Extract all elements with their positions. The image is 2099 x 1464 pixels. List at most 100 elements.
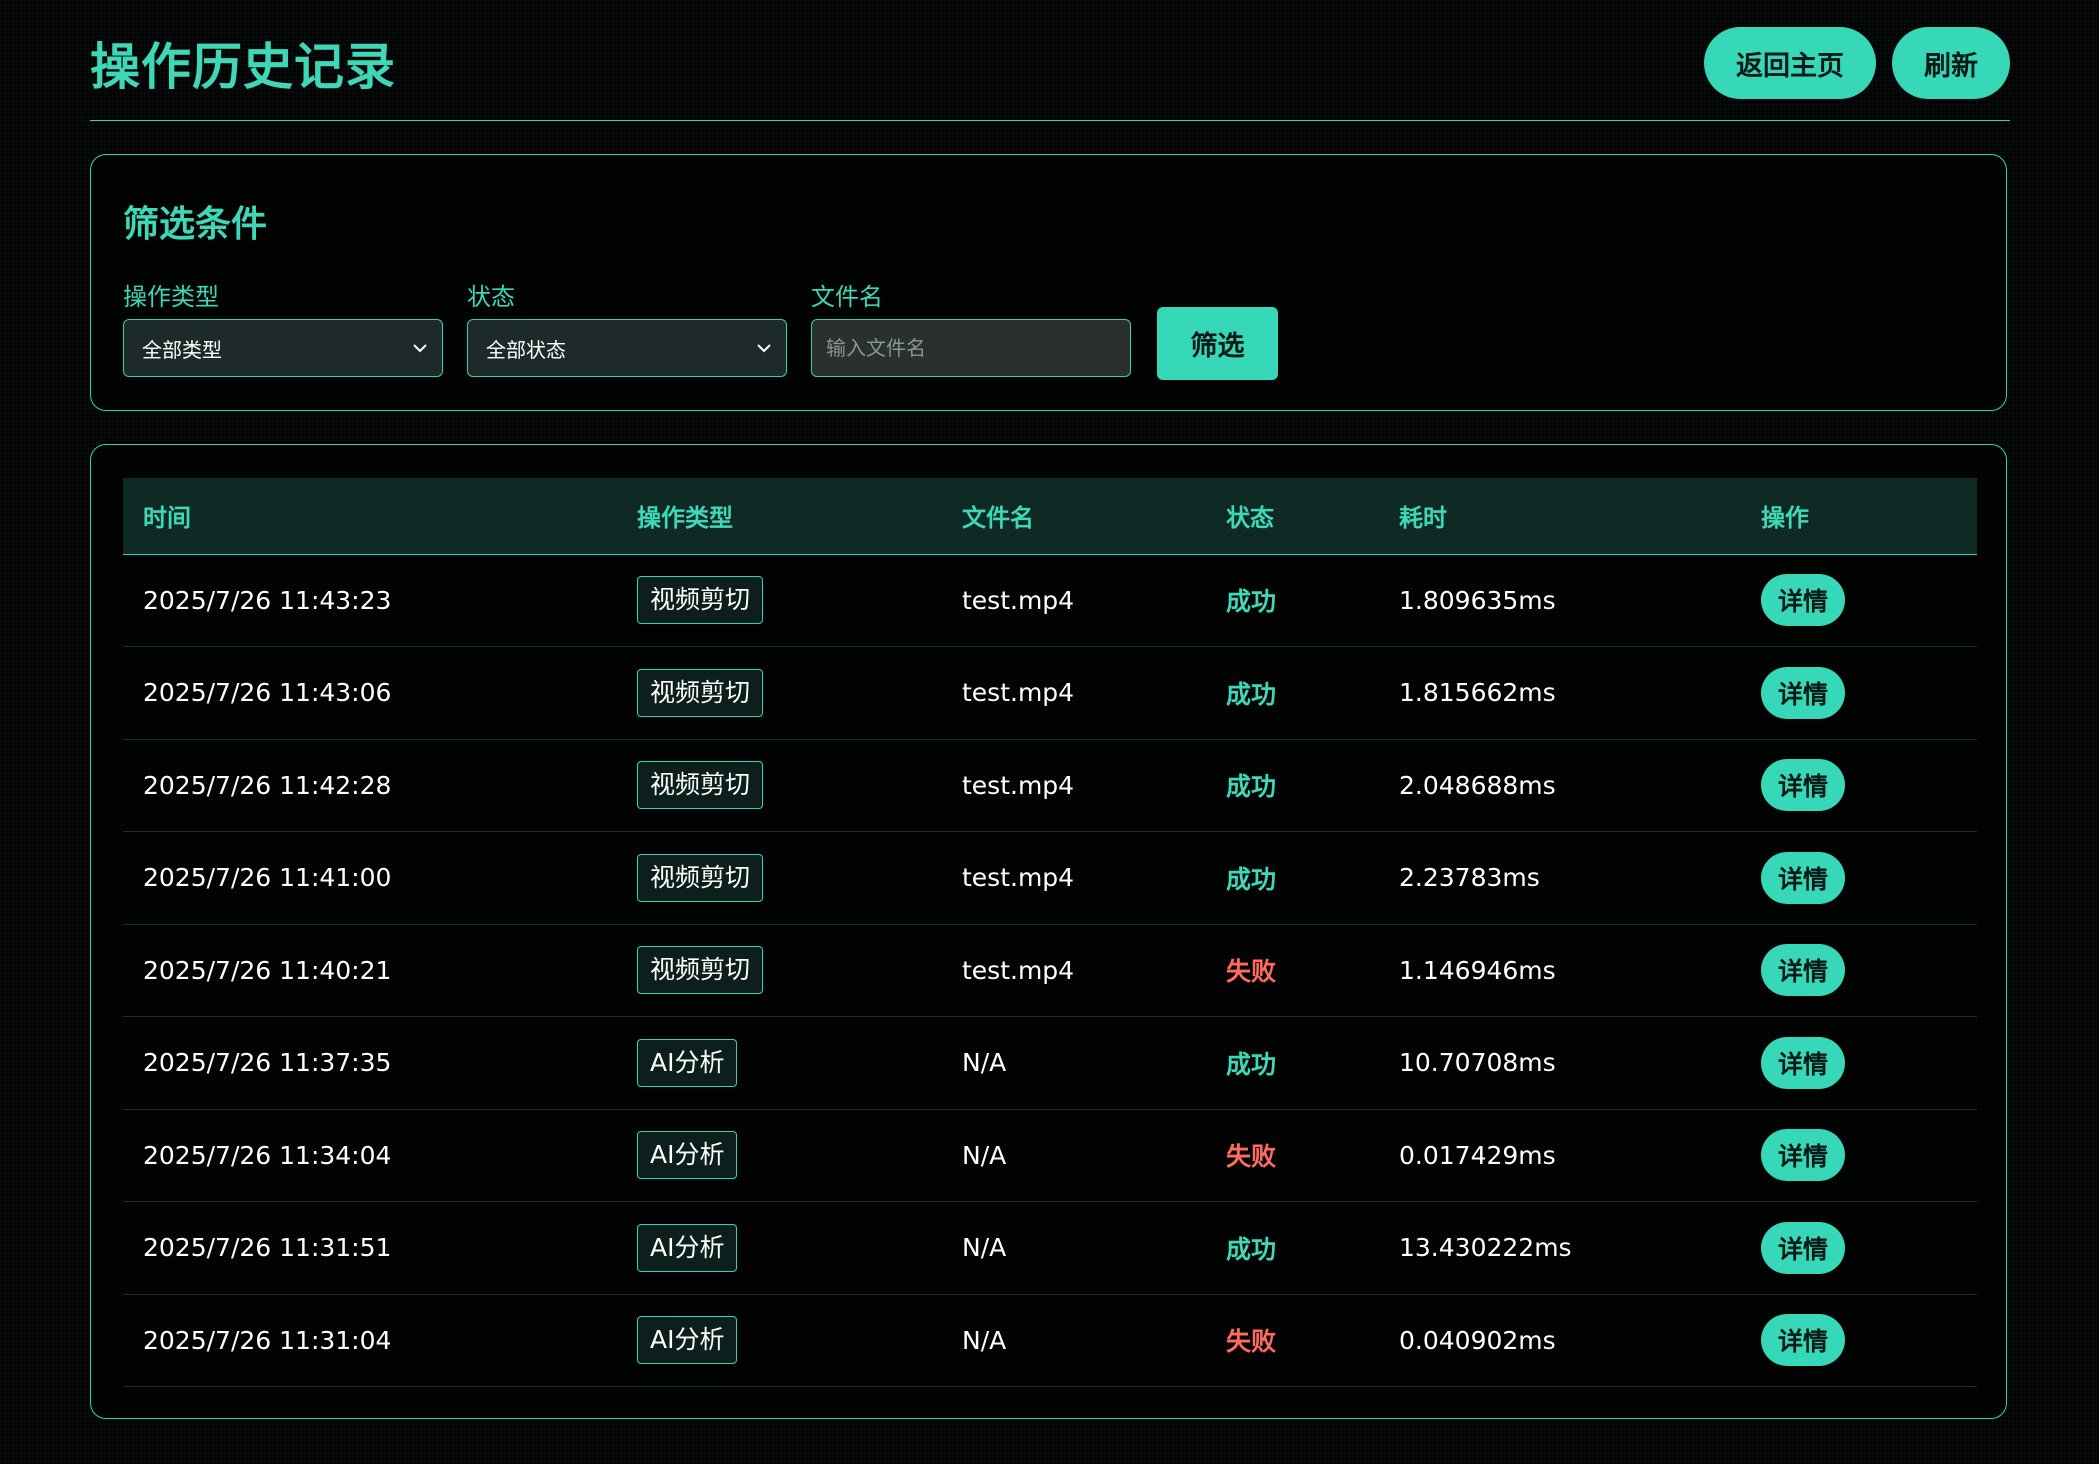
table-row: 2025/7/26 11:34:04 AI分析 N/A 失败 0.017429ms 详情 — [123, 1109, 1977, 1202]
cell-time: 2025/7/26 11:37:35 — [143, 1048, 392, 1078]
table-row: 2025/7/26 11:42:28 视频剪切 test.mp4 成功 2.048688… — [123, 739, 1977, 832]
cell-file: N/A — [962, 1140, 1007, 1170]
details-button[interactable]: 详情 — [1761, 1221, 1845, 1274]
column-header-status: 状态 — [1226, 504, 1274, 533]
cell-type: AI分析 — [617, 1294, 942, 1387]
cell-file: N/A — [962, 1233, 1007, 1263]
cell-type: 视频剪切 — [617, 739, 942, 832]
status-text: 成功 — [1226, 864, 1277, 894]
operation-type-tag: AI分析 — [637, 1223, 738, 1272]
cell-file: N/A — [962, 1325, 1007, 1355]
operation-type-tag: 视频剪切 — [637, 853, 764, 902]
page-container: 操作历史记录 返回主页 刷新 筛选条件 操作类型 全部类型 状态 全部状态 文件… — [90, 0, 2010, 1419]
cell-status: 成功 — [1206, 739, 1379, 832]
chevron-down-icon — [757, 344, 771, 353]
op-type-select[interactable]: 全部类型 — [123, 319, 443, 377]
details-button[interactable]: 详情 — [1761, 1036, 1845, 1089]
column-header-time: 时间 — [143, 504, 191, 533]
op-type-field: 操作类型 全部类型 — [123, 277, 443, 377]
status-text: 成功 — [1226, 587, 1277, 617]
details-button[interactable]: 详情 — [1761, 944, 1845, 997]
operation-type-tag: AI分析 — [637, 1038, 738, 1087]
cell-action: 详情 — [1741, 1202, 1977, 1295]
operation-type-tag: 视频剪切 — [637, 946, 764, 995]
table-row: 2025/7/26 11:31:51 AI分析 N/A 成功 13.430222ms 详情 — [123, 1202, 1977, 1295]
operation-type-tag: 视频剪切 — [637, 761, 764, 810]
cell-type: AI分析 — [617, 1109, 942, 1202]
cell-status: 失败 — [1206, 924, 1379, 1017]
operation-type-tag: AI分析 — [637, 1316, 738, 1365]
page-header: 操作历史记录 返回主页 刷新 — [90, 0, 2010, 121]
cell-duration: 1.809635ms — [1399, 585, 1556, 615]
cell-type: 视频剪切 — [617, 554, 942, 647]
cell-time: 2025/7/26 11:40:21 — [143, 955, 392, 985]
cell-action: 详情 — [1741, 832, 1977, 925]
history-table: 时间 操作类型 文件名 状态 耗时 操作 2025/7/26 11:43:23 视… — [123, 478, 1977, 1387]
cell-duration: 10.70708ms — [1399, 1048, 1556, 1078]
cell-type: 视频剪切 — [617, 924, 942, 1017]
cell-action: 详情 — [1741, 554, 1977, 647]
cell-action: 详情 — [1741, 924, 1977, 1017]
details-button[interactable]: 详情 — [1761, 851, 1845, 904]
cell-status: 失败 — [1206, 1294, 1379, 1387]
table-row: 2025/7/26 11:43:06 视频剪切 test.mp4 成功 1.815662… — [123, 647, 1977, 740]
cell-action: 详情 — [1741, 1294, 1977, 1387]
column-header-action: 操作 — [1761, 504, 1809, 533]
cell-type: 视频剪切 — [617, 647, 942, 740]
table-header-row: 时间 操作类型 文件名 状态 耗时 操作 — [123, 478, 1977, 554]
refresh-button[interactable]: 刷新 — [1892, 27, 2010, 99]
table-row: 2025/7/26 11:43:23 视频剪切 test.mp4 成功 1.809635… — [123, 554, 1977, 647]
column-header-file: 文件名 — [962, 504, 1034, 533]
cell-file: test.mp4 — [962, 585, 1075, 615]
cell-status: 失败 — [1206, 1109, 1379, 1202]
status-text: 失败 — [1226, 1327, 1277, 1357]
cell-file: test.mp4 — [962, 770, 1075, 800]
details-button[interactable]: 详情 — [1761, 1314, 1845, 1367]
chevron-down-icon — [413, 344, 427, 353]
cell-time: 2025/7/26 11:43:06 — [143, 678, 392, 708]
details-button[interactable]: 详情 — [1761, 759, 1845, 812]
status-select-value: 全部状态 — [486, 337, 566, 362]
status-label: 状态 — [467, 283, 515, 311]
cell-time: 2025/7/26 11:31:04 — [143, 1325, 392, 1355]
cell-action: 详情 — [1741, 1109, 1977, 1202]
cell-time: 2025/7/26 11:43:23 — [143, 585, 392, 615]
page-title: 操作历史记录 — [90, 38, 396, 96]
op-type-select-value: 全部类型 — [142, 337, 222, 362]
cell-file: N/A — [962, 1048, 1007, 1078]
details-button[interactable]: 详情 — [1761, 666, 1845, 719]
status-select[interactable]: 全部状态 — [467, 319, 787, 377]
cell-time: 2025/7/26 11:31:51 — [143, 1233, 392, 1263]
status-text: 失败 — [1226, 957, 1277, 987]
filename-input[interactable] — [811, 319, 1131, 377]
cell-status: 成功 — [1206, 647, 1379, 740]
status-field: 状态 全部状态 — [467, 277, 787, 377]
table-body: 2025/7/26 11:43:23 视频剪切 test.mp4 成功 1.809635… — [123, 554, 1977, 1387]
cell-action: 详情 — [1741, 647, 1977, 740]
filename-field: 文件名 — [811, 277, 1131, 377]
status-text: 失败 — [1226, 1142, 1277, 1172]
details-button[interactable]: 详情 — [1761, 574, 1845, 627]
cell-duration: 13.430222ms — [1399, 1233, 1572, 1263]
cell-duration: 0.040902ms — [1399, 1325, 1556, 1355]
cell-duration: 2.048688ms — [1399, 770, 1556, 800]
operation-type-tag: 视频剪切 — [637, 668, 764, 717]
back-home-button[interactable]: 返回主页 — [1704, 27, 1876, 99]
cell-time: 2025/7/26 11:42:28 — [143, 770, 392, 800]
operation-type-tag: AI分析 — [637, 1131, 738, 1180]
cell-status: 成功 — [1206, 1017, 1379, 1110]
cell-time: 2025/7/26 11:34:04 — [143, 1140, 392, 1170]
cell-duration: 0.017429ms — [1399, 1140, 1556, 1170]
status-text: 成功 — [1226, 1049, 1277, 1079]
status-text: 成功 — [1226, 679, 1277, 709]
filter-button[interactable]: 筛选 — [1157, 307, 1278, 380]
history-table-panel: 时间 操作类型 文件名 状态 耗时 操作 2025/7/26 11:43:23 视… — [90, 444, 2007, 1419]
cell-type: AI分析 — [617, 1017, 942, 1110]
op-type-label: 操作类型 — [123, 283, 219, 311]
column-header-duration: 耗时 — [1399, 504, 1447, 533]
cell-action: 详情 — [1741, 739, 1977, 832]
details-button[interactable]: 详情 — [1761, 1129, 1845, 1182]
cell-action: 详情 — [1741, 1017, 1977, 1110]
cell-file: test.mp4 — [962, 955, 1075, 985]
header-actions: 返回主页 刷新 — [1704, 21, 2010, 99]
